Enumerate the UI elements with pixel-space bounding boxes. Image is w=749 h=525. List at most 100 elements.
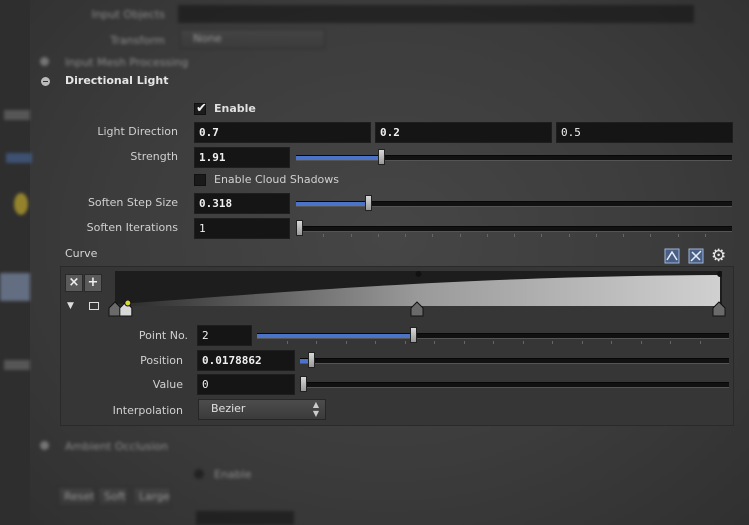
bottom-field[interactable]: [196, 511, 294, 525]
slider-tick: [582, 341, 583, 344]
value-field[interactable]: 0: [197, 374, 295, 395]
soften-step-slider[interactable]: [296, 195, 732, 211]
section-ambient-occlusion-label[interactable]: Ambient Occlusion: [65, 440, 168, 453]
interpolation-select[interactable]: Bezier ▲ ▼: [198, 399, 326, 420]
ao-enable-checkbox[interactable]: [194, 469, 204, 479]
slider-tick: [705, 234, 706, 237]
position-field[interactable]: 0.0178862: [197, 350, 295, 371]
gear-icon[interactable]: ⚙: [711, 247, 731, 267]
slider-tick: [611, 341, 612, 344]
light-direction-label: Light Direction: [97, 125, 178, 138]
soften-step-slider-handle[interactable]: [365, 195, 372, 211]
slider-tick: [700, 341, 701, 344]
cloud-shadows-checkbox[interactable]: [194, 174, 206, 186]
slider-tick: [460, 234, 461, 237]
cloud-shadows-label: Enable Cloud Shadows: [214, 173, 340, 186]
slider-tick: [375, 341, 376, 344]
interpolation-label: Interpolation: [112, 404, 183, 417]
large-button[interactable]: Large: [133, 487, 171, 507]
soften-iterations-label: Soften Iterations: [86, 221, 178, 234]
collapse-directional-light-icon[interactable]: [41, 77, 50, 86]
soft-button[interactable]: Soft: [98, 487, 128, 507]
ao-enable-label: Enable: [214, 468, 252, 481]
slider-tick: [405, 341, 406, 344]
ramp-marker: [712, 301, 726, 317]
slider-tick: [596, 234, 597, 237]
value-slider-handle[interactable]: [300, 376, 307, 392]
point-no-slider[interactable]: [257, 327, 729, 344]
slider-tick: [487, 234, 488, 237]
point-no-label: Point No.: [138, 329, 188, 342]
position-slider[interactable]: [300, 352, 729, 368]
check-icon: ✔: [196, 101, 207, 116]
light-direction-x-field[interactable]: 0.7: [194, 122, 371, 143]
slider-tick: [378, 234, 379, 237]
ramp-markers[interactable]: [105, 299, 730, 318]
strength-slider[interactable]: [296, 149, 732, 165]
light-bulb-icon: [14, 193, 28, 215]
slider-tick: [541, 234, 542, 237]
slider-tick: [351, 234, 352, 237]
strength-slider-handle[interactable]: [378, 149, 385, 165]
input-objects-field[interactable]: [178, 5, 694, 23]
transform-label: Transform: [110, 34, 165, 47]
slider-tick: [670, 341, 671, 344]
collapse-ao-icon[interactable]: [40, 441, 49, 450]
soften-step-slider-fill: [296, 202, 368, 206]
point-no-slider-handle[interactable]: [410, 327, 417, 343]
point-no-slider-fill: [257, 334, 413, 338]
interpolation-value: Bezier: [211, 402, 246, 415]
soften-step-field[interactable]: 0.318: [194, 193, 290, 214]
soften-step-label: Soften Step Size: [87, 196, 178, 209]
expand-triangle-icon[interactable]: ▼: [67, 301, 74, 311]
enable-label: Enable: [214, 102, 256, 115]
curve-label: Curve: [65, 247, 98, 260]
soften-iterations-field[interactable]: 1: [194, 218, 290, 239]
slider-tick: [650, 234, 651, 237]
slider-tick: [405, 234, 406, 237]
value-slider[interactable]: [300, 376, 729, 392]
slider-tick: [678, 234, 679, 237]
light-direction-y-field[interactable]: 0.2: [375, 122, 552, 143]
sidebar-thumbnail: [0, 273, 30, 301]
slider-tick: [493, 341, 494, 344]
slider-tick: [552, 341, 553, 344]
strength-slider-fill: [296, 156, 381, 160]
slider-tick: [287, 341, 288, 344]
slider-tick: [464, 341, 465, 344]
collapse-icon[interactable]: [40, 57, 49, 66]
selected-marker-dot: [124, 299, 132, 307]
position-label: Position: [140, 354, 183, 367]
light-direction-z-field[interactable]: 0.5: [556, 122, 733, 143]
slider-tick: [323, 234, 324, 237]
left-sidebar: [0, 0, 32, 525]
slider-tick: [514, 234, 515, 237]
curve-preset-icon[interactable]: [664, 248, 680, 264]
remove-point-button[interactable]: ×: [65, 274, 83, 292]
section-directional-light[interactable]: Directional Light: [65, 74, 169, 87]
add-point-button[interactable]: +: [84, 274, 102, 292]
sidebar-text-2: [4, 360, 30, 370]
strength-label: Strength: [130, 150, 178, 163]
transform-select[interactable]: None: [180, 29, 325, 49]
soften-iterations-slider-handle[interactable]: [296, 220, 303, 236]
slider-tick: [623, 234, 624, 237]
section-input-mesh[interactable]: Input Mesh Processing: [65, 56, 188, 69]
strength-field[interactable]: 1.91: [194, 147, 290, 168]
reset-button[interactable]: Reset: [58, 487, 95, 507]
slider-tick: [346, 341, 347, 344]
sidebar-text: [4, 110, 30, 120]
updown-arrow-icon: ▲ ▼: [312, 400, 319, 418]
sidebar-highlight: [6, 153, 32, 163]
slider-tick: [569, 234, 570, 237]
soften-iterations-slider[interactable]: [296, 220, 732, 237]
frame-view-icon[interactable]: [89, 302, 99, 310]
slider-tick: [432, 234, 433, 237]
point-no-field[interactable]: 2: [197, 325, 252, 346]
slider-tick: [316, 341, 317, 344]
enable-checkbox[interactable]: ✔: [194, 101, 207, 116]
curve-edit-icon[interactable]: [688, 248, 704, 264]
ramp-marker: [108, 301, 122, 317]
curve-point: [415, 271, 422, 277]
position-slider-handle[interactable]: [308, 352, 315, 368]
